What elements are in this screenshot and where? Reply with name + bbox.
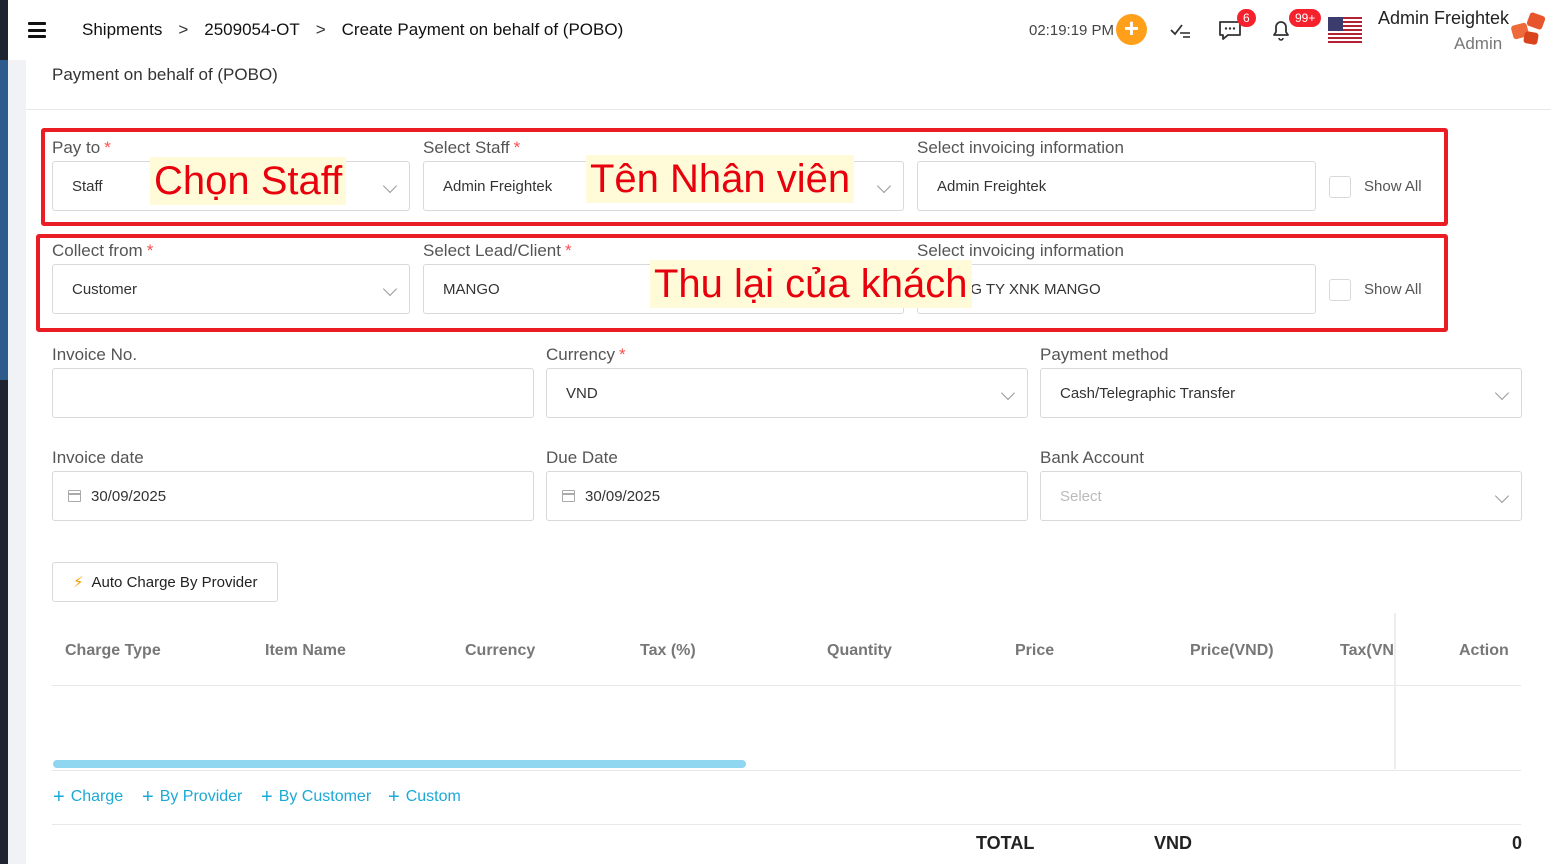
page-title: Payment on behalf of (POBO) [52,65,278,84]
invoice-no-input[interactable] [52,368,534,418]
fixed-column-shadow [1394,613,1396,769]
plus-icon: + [388,786,400,808]
annotation-collect-customer: Thu lại của khách [650,260,972,308]
invoice-date-value: 30/09/2025 [91,487,167,505]
calendar-icon [562,490,575,502]
breadcrumb-current: Create Payment on behalf of (POBO) [341,20,624,39]
add-by-customer-link[interactable]: + By Customer [261,786,371,809]
menu-icon[interactable] [28,22,46,38]
avatar[interactable] [1508,12,1550,50]
plus-icon: + [53,786,65,808]
add-custom-link[interactable]: + Custom [388,786,461,809]
currency-value: VND [566,384,598,402]
col-price-vnd: Price(VND) [1190,642,1274,659]
notifications-badge: 99+ [1289,9,1322,27]
tasks-icon[interactable] [1166,16,1194,44]
chevron-down-icon [1494,488,1510,504]
left-sidebar-strip [0,0,8,864]
payment-method-select[interactable]: Cash/Telegraphic Transfer [1040,368,1522,418]
total-label: TOTAL [976,833,1035,853]
quick-add-button[interactable]: + [1116,14,1147,45]
col-currency: Currency [465,642,536,659]
currency-select[interactable]: VND [546,368,1028,418]
col-tax: Tax (%) [640,642,696,659]
chevron-down-icon [1000,385,1016,401]
us-flag-icon[interactable] [1328,17,1362,43]
divider [26,109,1551,110]
chevron-down-icon [1494,385,1510,401]
plus-icon: + [142,786,154,808]
table-header-divider [52,685,1521,686]
col-quantity: Quantity [827,642,892,659]
total-currency: VND [1154,833,1193,853]
breadcrumb: Shipments > 2509054-OT > Create Payment … [82,20,623,40]
due-date-picker[interactable]: 30/09/2025 [546,471,1028,521]
annotation-staff-name: Tên Nhân viên [586,155,855,203]
add-charge-link[interactable]: + Charge [53,786,123,809]
add-charge-label: Charge [70,788,124,805]
bank-account-select[interactable]: Select [1040,471,1522,521]
invoice-no-label: Invoice No. [52,345,138,364]
plus-icon: + [261,786,273,808]
col-price: Price [1015,642,1055,659]
breadcrumb-shipment-id[interactable]: 2509054-OT [204,20,299,40]
sidebar-active-indicator [0,60,8,380]
table-footer-divider [52,770,1521,771]
breadcrumb-separator: > [178,20,189,39]
breadcrumb-shipments[interactable]: Shipments [82,20,162,40]
top-header: Shipments > 2509054-OT > Create Payment … [8,0,1551,60]
total-amount: 0 [1512,833,1523,853]
payment-form-card: Payment on behalf of (POBO) Pay to * Staf… [26,60,1551,864]
col-charge-type: Charge Type [65,642,161,659]
totals-divider [52,824,1521,825]
bank-account-label: Bank Account [1040,448,1144,467]
col-tax-vnd: Tax(VN [1340,642,1394,659]
currency-label: Currency * [546,345,626,364]
bank-account-placeholder: Select [1060,487,1102,505]
breadcrumb-separator: > [315,20,326,39]
auto-charge-label: Auto Charge By Provider [91,573,258,591]
lightning-icon: ⚡ [73,574,84,591]
invoice-date-label: Invoice date [52,448,144,467]
invoice-date-picker[interactable]: 30/09/2025 [52,471,534,521]
add-by-customer-label: By Customer [278,788,372,805]
col-item-name: Item Name [265,642,346,659]
add-custom-label: Custom [405,788,461,805]
annotation-choose-staff: Chọn Staff [150,157,347,205]
horizontal-scrollbar[interactable] [53,760,746,768]
col-action: Action [1459,642,1509,659]
payment-method-label: Payment method [1040,345,1169,364]
add-by-provider-link[interactable]: + By Provider [142,786,242,809]
due-date-label: Due Date [546,448,618,467]
calendar-icon [68,490,81,502]
auto-charge-button[interactable]: ⚡ Auto Charge By Provider [52,562,278,602]
clock: 02:19:19 PM [1029,22,1115,39]
messages-badge: 6 [1237,9,1256,27]
payment-method-value: Cash/Telegraphic Transfer [1060,384,1236,402]
due-date-value: 30/09/2025 [585,487,661,505]
user-role: Admin [1454,34,1503,53]
user-name[interactable]: Admin Freightek [1378,8,1509,29]
add-by-provider-label: By Provider [159,788,243,805]
